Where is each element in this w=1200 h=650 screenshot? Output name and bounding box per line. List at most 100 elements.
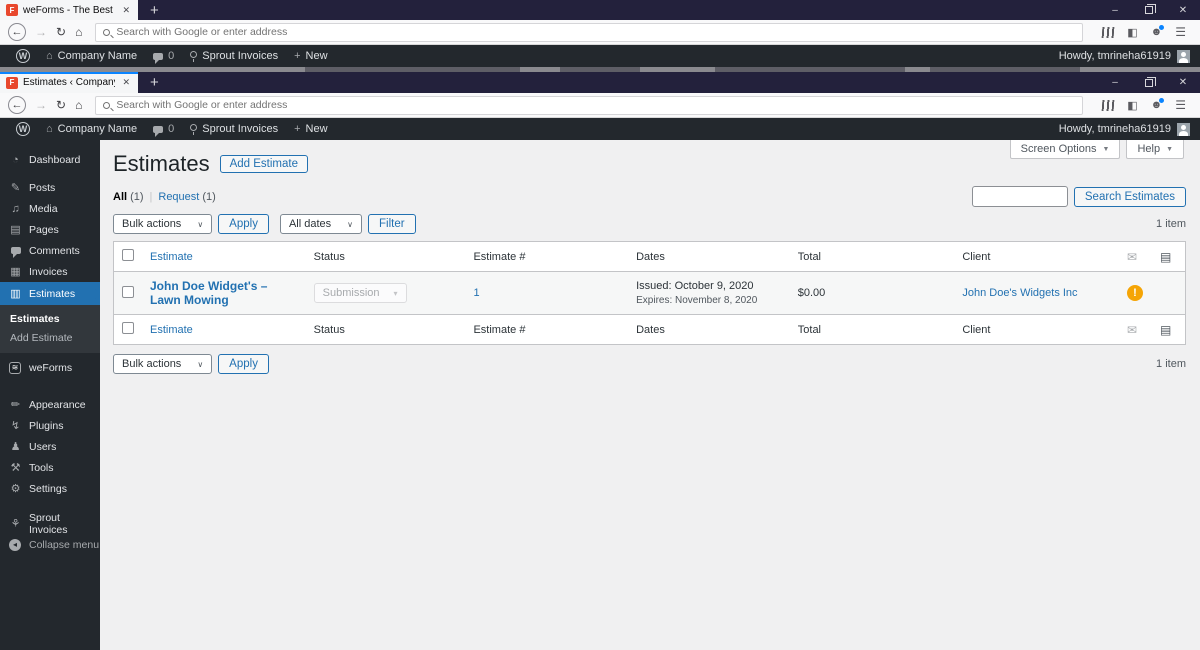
sprout-invoices-icon: ⚘ — [10, 518, 21, 530]
view-all-count: (1) — [130, 190, 144, 203]
apply-button[interactable]: Apply — [218, 214, 269, 234]
settings-icon: ⚙ — [10, 483, 21, 495]
win2-titlebar: F Estimates ‹ Company Name — ✕ + – ✕ — [0, 72, 1200, 93]
screen-options-button[interactable]: Screen Options ▼ — [1009, 140, 1121, 159]
sprout-invoices-menu[interactable]: Sprout Invoices — [182, 118, 286, 140]
submenu-item-estimates[interactable]: Estimates — [0, 309, 100, 328]
library-icon[interactable] — [1101, 99, 1115, 111]
view-request-link[interactable]: Request — [158, 191, 199, 203]
wp-logo-menu[interactable]: W — [8, 118, 38, 140]
column-footer-estimate[interactable]: Estimate — [150, 324, 193, 336]
account-menu[interactable]: Howdy, tmrineha61919 — [1059, 49, 1192, 63]
comments-menu[interactable]: 0 — [145, 118, 182, 140]
close-tab-icon[interactable]: ✕ — [120, 5, 132, 16]
client-link[interactable]: John Doe's Widgets Inc — [962, 287, 1077, 299]
menu-icon[interactable]: ☰ — [1175, 98, 1186, 112]
add-estimate-button[interactable]: Add Estimate — [219, 155, 308, 173]
sidebar-toggle-icon[interactable]: ◧ — [1127, 26, 1137, 39]
wp-logo-menu[interactable]: W — [8, 45, 38, 67]
url-bar[interactable]: Search with Google or enter address — [95, 22, 1084, 42]
forward-button[interactable]: → — [35, 98, 47, 112]
wordpress-logo-icon: W — [16, 49, 30, 63]
site-name-label: Company Name — [57, 50, 138, 62]
select-all-checkbox[interactable] — [122, 249, 134, 261]
sidebar-item-comments[interactable]: Comments — [0, 240, 100, 261]
sidebar-item-weforms[interactable]: ≋ weForms — [0, 355, 100, 380]
restore-button[interactable] — [1132, 0, 1166, 20]
site-name-menu[interactable]: ⌂ Company Name — [38, 45, 145, 67]
table-footer-row: Estimate Status Estimate # Dates Total C… — [114, 314, 1185, 344]
search-estimates-button[interactable]: Search Estimates — [1073, 186, 1186, 207]
minimize-button[interactable]: – — [1098, 0, 1132, 20]
sidebar-item-estimates[interactable]: ▥ Estimates — [0, 282, 101, 305]
bulk-actions-select-bottom[interactable]: Bulk actions ∨ — [113, 354, 213, 374]
sidebar-item-collapse-menu[interactable]: ◂ Collapse menu — [0, 534, 100, 555]
sidebar-item-dashboard[interactable]: ◔ Dashboard — [0, 149, 100, 170]
reload-button[interactable]: ↻ — [56, 25, 66, 39]
close-tab-icon[interactable]: ✕ — [120, 77, 132, 88]
sidebar-toggle-icon[interactable]: ◧ — [1127, 99, 1137, 112]
column-footer-total: Total — [789, 314, 955, 344]
back-button[interactable]: ← — [8, 23, 26, 41]
sidebar-item-sprout-invoices[interactable]: ⚘ Sprout Invoices — [0, 512, 100, 536]
minimize-button[interactable]: – — [1098, 72, 1132, 93]
row-checkbox[interactable] — [122, 285, 134, 298]
sidebar-item-tools[interactable]: ⚒ Tools — [0, 457, 100, 478]
all-dates-select[interactable]: All dates ∨ — [279, 214, 363, 234]
reload-button[interactable]: ↻ — [56, 98, 66, 112]
home-button[interactable]: ⌂ — [75, 98, 82, 112]
account-icon[interactable]: ☻ — [1151, 25, 1164, 38]
estimate-number-link[interactable]: 1 — [473, 287, 479, 299]
estimate-title-link[interactable]: John Doe Widget's – Lawn Mowing — [150, 279, 267, 307]
sidebar-item-plugins[interactable]: ↯ Plugins — [0, 415, 100, 436]
sidebar-item-invoices[interactable]: ▦ Invoices — [0, 261, 100, 282]
status-select[interactable]: Submission ▾ — [313, 283, 407, 303]
column-header-estimate[interactable]: Estimate — [150, 251, 193, 263]
sidebar-item-pages[interactable]: ▤ Pages — [0, 219, 100, 240]
submenu-item-add-estimate[interactable]: Add Estimate — [0, 328, 100, 347]
pages-icon: ▤ — [10, 224, 21, 236]
account-menu[interactable]: Howdy, tmrineha61919 — [1059, 122, 1192, 136]
new-content-menu[interactable]: + New — [286, 45, 335, 67]
view-separator: | — [149, 190, 153, 203]
library-icon[interactable] — [1101, 26, 1115, 38]
users-icon: ♟ — [10, 441, 21, 453]
sprout-invoices-label: Sprout Invoices — [202, 123, 279, 135]
new-content-menu[interactable]: + New — [286, 118, 335, 140]
back-button[interactable]: ← — [8, 96, 26, 114]
view-all-link[interactable]: All — [113, 191, 127, 203]
invoice-doc-icon: ▤ — [1159, 322, 1172, 337]
new-tab-button[interactable]: + — [138, 72, 171, 93]
search-estimates-input[interactable] — [971, 186, 1068, 207]
filter-button[interactable]: Filter — [368, 214, 416, 234]
url-bar[interactable]: Search with Google or enter address — [95, 95, 1084, 115]
help-button[interactable]: Help ▼ — [1126, 140, 1184, 159]
home-button[interactable]: ⌂ — [75, 25, 82, 39]
win1-admin-bar: W ⌂ Company Name 0 Sprout Invoices + New… — [0, 45, 1200, 67]
select-all-checkbox[interactable] — [122, 322, 134, 334]
envelope-icon: ✉ — [1126, 322, 1138, 337]
sidebar-item-posts[interactable]: ✎ Posts — [0, 177, 100, 198]
win2-tab-estimates[interactable]: F Estimates ‹ Company Name — ✕ — [0, 72, 138, 93]
sidebar-item-label: Appearance — [29, 398, 86, 411]
account-icon[interactable]: ☻ — [1151, 98, 1164, 111]
restore-button[interactable] — [1132, 72, 1166, 93]
bulk-actions-select[interactable]: Bulk actions ∨ — [113, 214, 213, 234]
close-window-button[interactable]: ✕ — [1166, 72, 1200, 93]
sidebar-item-settings[interactable]: ⚙ Settings — [0, 478, 100, 499]
sidebar-item-media[interactable]: ♫ Media — [0, 198, 100, 219]
win1-tab-weforms[interactable]: F weForms - The Best Contact Fo ✕ — [0, 0, 138, 20]
menu-icon[interactable]: ☰ — [1175, 25, 1186, 39]
apply-button-bottom[interactable]: Apply — [218, 354, 269, 374]
close-window-button[interactable]: ✕ — [1166, 0, 1200, 20]
sidebar-item-appearance[interactable]: ✏ Appearance — [0, 394, 100, 415]
sidebar-item-label: weForms — [29, 361, 73, 374]
total-value: $0.00 — [789, 272, 955, 314]
sidebar-item-users[interactable]: ♟ Users — [0, 436, 100, 457]
comments-menu[interactable]: 0 — [145, 45, 182, 67]
sprout-invoices-menu[interactable]: Sprout Invoices — [182, 45, 286, 67]
new-tab-button[interactable]: + — [138, 0, 171, 20]
forward-button[interactable]: → — [35, 25, 47, 39]
site-name-menu[interactable]: ⌂ Company Name — [38, 118, 145, 140]
estimates-icon: ▥ — [10, 288, 21, 300]
